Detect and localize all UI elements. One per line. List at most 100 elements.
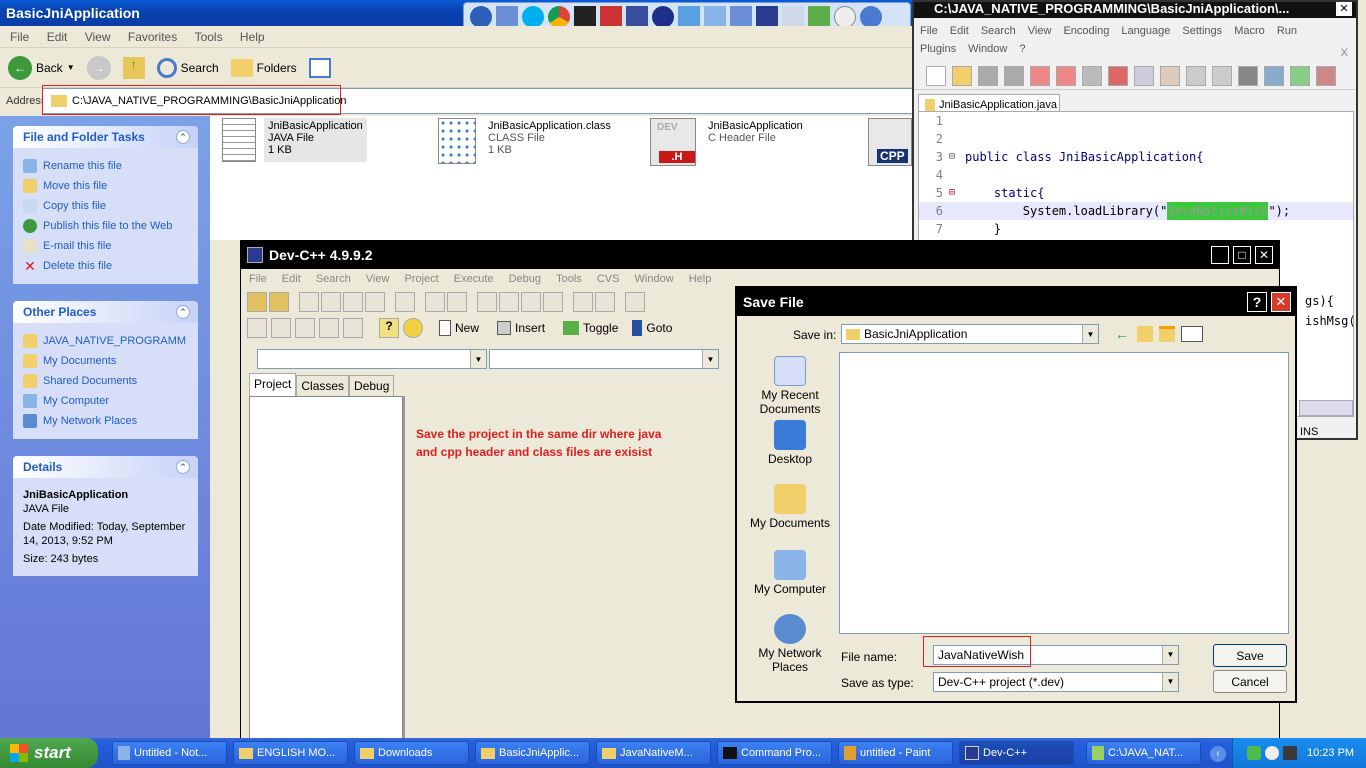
close-icon[interactable]: ✕: [1336, 2, 1352, 16]
menu-edit[interactable]: Edit: [47, 30, 68, 44]
smiley-icon[interactable]: [403, 318, 423, 338]
save-dialog-titlebar[interactable]: Save File ? ✕: [737, 288, 1295, 316]
tab-project[interactable]: Project: [249, 373, 297, 397]
collapse-icon[interactable]: ⌃: [176, 130, 190, 144]
tool-icon[interactable]: [625, 292, 645, 312]
file-class[interactable]: JniBasicApplication.class CLASS File 1 K…: [438, 118, 615, 164]
tool-icon[interactable]: [521, 292, 541, 312]
check-icon[interactable]: [343, 318, 363, 338]
network-icon[interactable]: [1283, 746, 1297, 760]
skype-icon[interactable]: [522, 6, 544, 28]
project-tree[interactable]: [249, 396, 403, 741]
place-my-documents[interactable]: My Documents: [23, 351, 188, 371]
open-icon[interactable]: [952, 65, 972, 86]
tool-icon[interactable]: [319, 318, 339, 338]
close-file-icon[interactable]: [1030, 65, 1050, 86]
npp-menu-language[interactable]: Language: [1121, 22, 1170, 40]
tool-icon[interactable]: [477, 292, 497, 312]
find-icon[interactable]: [1238, 65, 1258, 86]
save-in-combo[interactable]: BasicJniApplication ▼: [841, 324, 1099, 344]
npp-menu-run[interactable]: Run: [1277, 22, 1297, 40]
details-header[interactable]: Details ⌃: [13, 456, 198, 478]
maximize-icon[interactable]: □: [1233, 246, 1251, 264]
devcpp-titlebar[interactable]: Dev-C++ 4.9.9.2 _ □ ✕: [241, 241, 1279, 269]
taskbar-item-active[interactable]: Dev-C++: [959, 741, 1074, 765]
dev-menu-execute[interactable]: Execute: [454, 271, 494, 287]
up-folder-icon[interactable]: ↑: [122, 56, 145, 79]
place-shared-documents[interactable]: Shared Documents: [23, 371, 188, 391]
app-icon[interactable]: [704, 6, 726, 28]
taskbar-item[interactable]: untitled - Paint: [838, 741, 953, 765]
windows-icon[interactable]: [470, 6, 492, 28]
tab-debug[interactable]: Debug: [349, 375, 395, 397]
menu-file[interactable]: File: [10, 30, 29, 44]
clock-icon[interactable]: [834, 6, 856, 28]
npp-doc-close[interactable]: X: [1341, 44, 1348, 62]
new-button[interactable]: New: [439, 320, 479, 336]
dev-menu-edit[interactable]: Edit: [282, 271, 301, 287]
views-icon[interactable]: [308, 57, 331, 78]
collapse-icon[interactable]: ⌃: [176, 460, 190, 474]
app-icon[interactable]: [600, 6, 622, 28]
devcpp-icon[interactable]: [756, 6, 778, 28]
task-delete[interactable]: ✕ Delete this file: [23, 256, 188, 276]
tool-icon[interactable]: [271, 318, 291, 338]
dev-menu-tools[interactable]: Tools: [556, 271, 582, 287]
fold-icon[interactable]: ⊟: [949, 148, 965, 166]
tool-icon[interactable]: [573, 292, 593, 312]
place-network[interactable]: My Network Places: [745, 614, 835, 674]
taskbar-item[interactable]: C:\JAVA_NAT...: [1086, 741, 1201, 765]
new-file-icon[interactable]: [926, 65, 946, 86]
taskbar-item[interactable]: Untitled - Not...: [112, 741, 227, 765]
place-network[interactable]: My Network Places: [23, 411, 188, 431]
place-my-computer[interactable]: My Computer: [23, 391, 188, 411]
refresh-icon[interactable]: [808, 6, 830, 28]
task-move[interactable]: Move this file: [23, 176, 188, 196]
views-icon[interactable]: [1181, 326, 1203, 342]
minimize-icon[interactable]: _: [1211, 246, 1229, 265]
menu-help[interactable]: Help: [240, 30, 265, 44]
place-java-native[interactable]: JAVA_NATIVE_PROGRAMM: [23, 331, 188, 351]
cut-icon[interactable]: [1108, 65, 1128, 86]
save-icon[interactable]: [978, 65, 998, 86]
app-icon[interactable]: [730, 6, 752, 28]
undo-icon[interactable]: [1186, 65, 1206, 86]
tool-icon[interactable]: [321, 292, 341, 312]
file-java[interactable]: JniBasicApplication JAVA File 1 KB: [222, 118, 367, 162]
save-all-icon[interactable]: [1004, 65, 1024, 86]
back-button[interactable]: ← Back ▼: [8, 55, 75, 80]
npp-titlebar[interactable]: C:\JAVA_NATIVE_PROGRAMMING\BasicJniAppli…: [914, 2, 1356, 18]
cpp-file-icon[interactable]: CPP: [868, 118, 912, 166]
task-copy[interactable]: Copy this file: [23, 196, 188, 216]
app-icon[interactable]: [678, 6, 700, 28]
taskbar-item[interactable]: ENGLISH MO...: [233, 741, 348, 765]
close-icon[interactable]: ✕: [1271, 292, 1291, 312]
tab-classes[interactable]: Classes: [296, 375, 350, 397]
tool-icon[interactable]: [343, 292, 363, 312]
npp-menu-macro[interactable]: Macro: [1234, 22, 1265, 40]
cancel-button[interactable]: Cancel: [1213, 670, 1287, 693]
tool-icon[interactable]: [247, 318, 267, 338]
shield-icon[interactable]: [1247, 746, 1261, 760]
redo-icon[interactable]: [1212, 65, 1232, 86]
npp-menu-search[interactable]: Search: [981, 22, 1016, 40]
npp-menu-edit[interactable]: Edit: [950, 22, 969, 40]
taskbar-item[interactable]: Downloads: [354, 741, 469, 765]
dev-menu-cvs[interactable]: CVS: [597, 271, 620, 287]
settings-icon[interactable]: [860, 6, 882, 28]
npp-menu-settings[interactable]: Settings: [1182, 22, 1222, 40]
dev-menu-search[interactable]: Search: [316, 271, 351, 287]
cmd-icon[interactable]: [574, 6, 596, 28]
back-arrow-icon[interactable]: ←: [1115, 326, 1131, 342]
dev-menu-debug[interactable]: Debug: [509, 271, 541, 287]
task-publish[interactable]: Publish this file to the Web: [23, 216, 188, 236]
close-icon[interactable]: ✕: [1255, 246, 1273, 264]
replace-icon[interactable]: [1264, 65, 1284, 86]
place-my-computer[interactable]: My Computer: [745, 550, 835, 596]
npp-menu-help[interactable]: ?: [1019, 40, 1025, 58]
print-icon[interactable]: [1082, 65, 1102, 86]
toggle-button[interactable]: Toggle: [563, 321, 618, 335]
tool-icon[interactable]: [269, 292, 289, 312]
redo-icon[interactable]: [447, 292, 467, 312]
search-button[interactable]: Search: [156, 57, 219, 78]
